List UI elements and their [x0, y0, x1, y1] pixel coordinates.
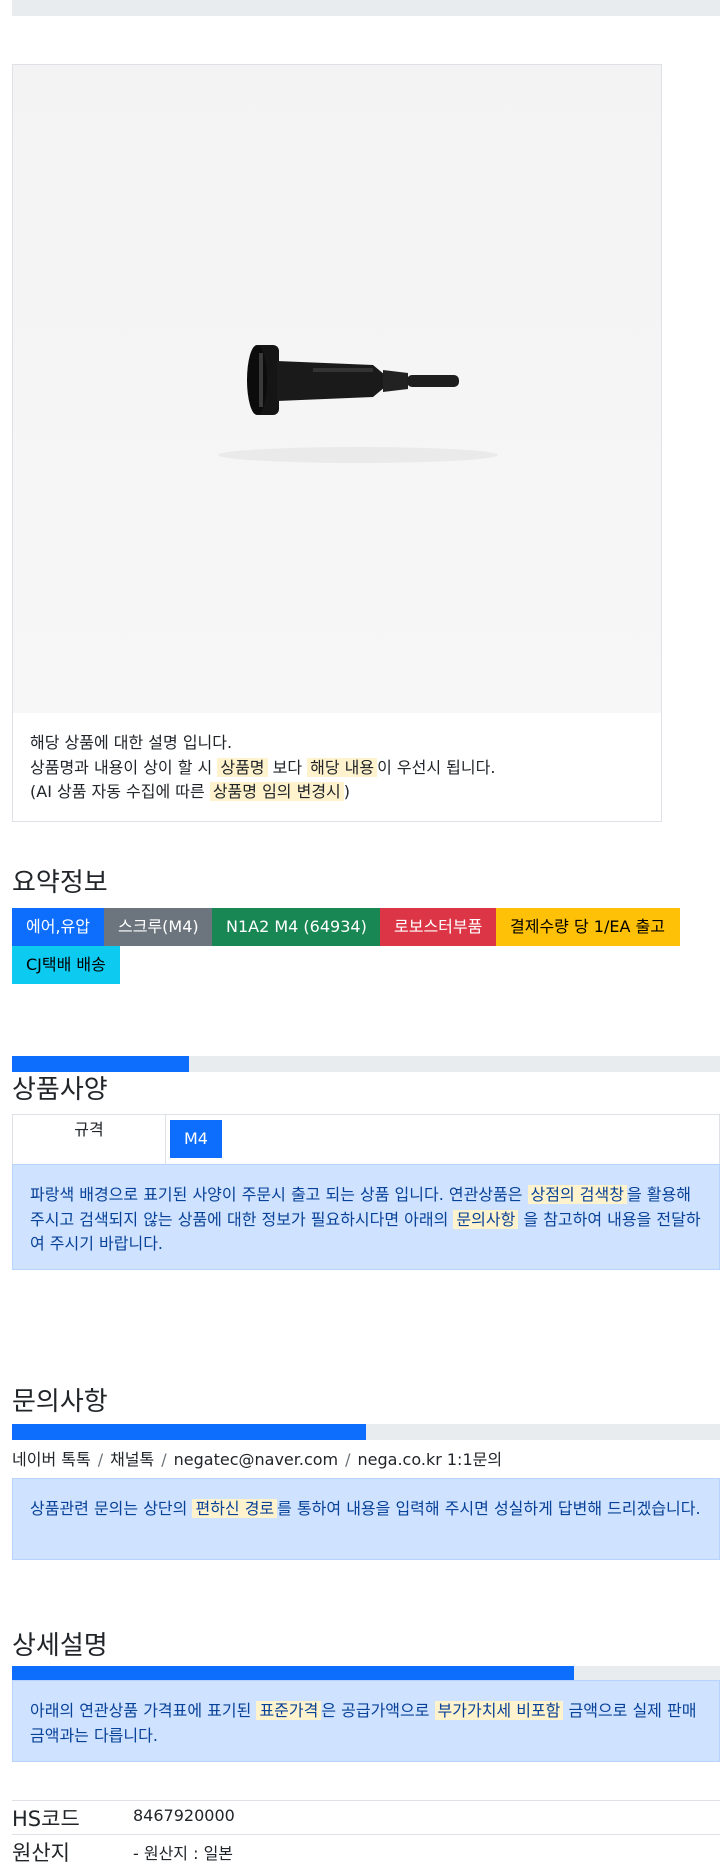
- spec-title: 상품사양: [12, 1075, 108, 1105]
- hs-code-value: 8467920000: [133, 1806, 235, 1825]
- channel-naver-talk[interactable]: 네이버 톡톡: [12, 1450, 91, 1469]
- text-segment: 상품명과 내용이 상이 할 시: [30, 757, 218, 777]
- highlight-name-change: 상품명 임의 변경시: [209, 782, 344, 801]
- detail-notice: 아래의 연관상품 가격표에 표기된 표준가격 은 공급가액으로 부가가치세 비포함…: [12, 1680, 720, 1762]
- detail-title: 상세설명: [12, 1631, 108, 1661]
- badge-type[interactable]: 스크루(M4): [104, 908, 212, 946]
- text-segment: ): [343, 782, 351, 801]
- text-segment: 보다: [267, 757, 308, 777]
- text-segment: (AI 상품 자동 수집에 따른: [30, 782, 210, 801]
- text-segment: 아래의 연관상품 가격표에 표기된: [30, 1701, 257, 1720]
- text-segment: 이 우선시 됩니다.: [377, 757, 496, 777]
- highlight-search: 상점의 검색창: [527, 1185, 627, 1204]
- channel-email[interactable]: negatec@naver.com: [174, 1450, 338, 1469]
- inquiry-title: 문의사항: [12, 1387, 108, 1417]
- product-description: 해당 상품에 대한 설명 입니다. 상품명과 내용이 상이 할 시 상품명 보다…: [30, 731, 651, 805]
- product-image: [13, 65, 661, 713]
- top-progress-bar: [12, 0, 720, 16]
- badge-shipping[interactable]: CJ택배 배송: [12, 946, 120, 984]
- text-segment: 은 공급가액으로: [321, 1701, 435, 1720]
- badge-brand[interactable]: 로보스터부품: [380, 908, 496, 946]
- summary-title: 요약정보: [12, 868, 108, 898]
- screw-part-image: [218, 345, 498, 463]
- highlight-product-name: 상품명: [217, 757, 268, 777]
- highlight-inquiry: 문의사항: [453, 1209, 519, 1229]
- badge-category[interactable]: 에어,유압: [12, 908, 104, 946]
- separator: /: [345, 1450, 351, 1469]
- description-line-3: (AI 상품 자동 수집에 따른 상품명 임의 변경시): [30, 780, 651, 805]
- origin-label: 원산지: [12, 1841, 70, 1865]
- product-card: 해당 상품에 대한 설명 입니다. 상품명과 내용이 상이 할 시 상품명 보다…: [12, 64, 662, 822]
- inquiry-progress: [12, 1424, 720, 1440]
- highlight-standard-price: 표준가격: [256, 1701, 322, 1720]
- channel-website[interactable]: nega.co.kr 1:1문의: [358, 1450, 503, 1469]
- spec-table: 규격 M4: [12, 1114, 720, 1166]
- spec-value-button[interactable]: M4: [170, 1120, 222, 1158]
- text-segment: 를 통하여 내용을 입력해 주시면 성실하게 답변해 드리겠습니다.: [277, 1499, 701, 1518]
- channel-channeltalk[interactable]: 채널톡: [110, 1450, 154, 1469]
- description-line-2: 상품명과 내용이 상이 할 시 상품명 보다 해당 내용 이 우선시 됩니다.: [30, 756, 651, 781]
- inquiry-channels: 네이버 톡톡 / 채널톡 / negatec@naver.com / nega.co.kr …: [12, 1446, 502, 1470]
- highlight-channel: 편하신 경로: [192, 1499, 278, 1518]
- highlight-content: 해당 내용: [307, 757, 378, 777]
- hs-code-label: HS코드: [12, 1807, 80, 1831]
- highlight-vat: 부가가치세 비포함: [434, 1701, 564, 1720]
- hs-code-row: HS코드 8467920000: [12, 1800, 720, 1835]
- spec-progress: [12, 1056, 720, 1072]
- origin-value: - 원산지 : 일본: [133, 1844, 234, 1863]
- origin-row: 원산지 - 원산지 : 일본: [12, 1834, 720, 1869]
- inquiry-notice: 상품관련 문의는 상단의 편하신 경로 를 통하여 내용을 입력해 주시면 성실하…: [12, 1478, 720, 1560]
- separator: /: [161, 1450, 167, 1469]
- badge-model[interactable]: N1A2 M4 (64934): [212, 908, 380, 946]
- spec-notice: 파랑색 배경으로 표기된 사양이 주문시 출고 되는 상품 입니다. 연관상품은…: [12, 1164, 720, 1270]
- separator: /: [97, 1450, 104, 1469]
- text-segment: 파랑색 배경으로 표기된 사양이 주문시 출고 되는 상품 입니다. 연관상품은: [30, 1185, 528, 1204]
- description-line-1: 해당 상품에 대한 설명 입니다.: [30, 733, 233, 752]
- inquiry-progress-fill: [12, 1424, 366, 1440]
- text-segment: 상품관련 문의는 상단의: [30, 1499, 193, 1518]
- spec-label: 규격: [13, 1115, 166, 1165]
- badge-quantity[interactable]: 결제수량 당 1/EA 출고: [496, 908, 680, 946]
